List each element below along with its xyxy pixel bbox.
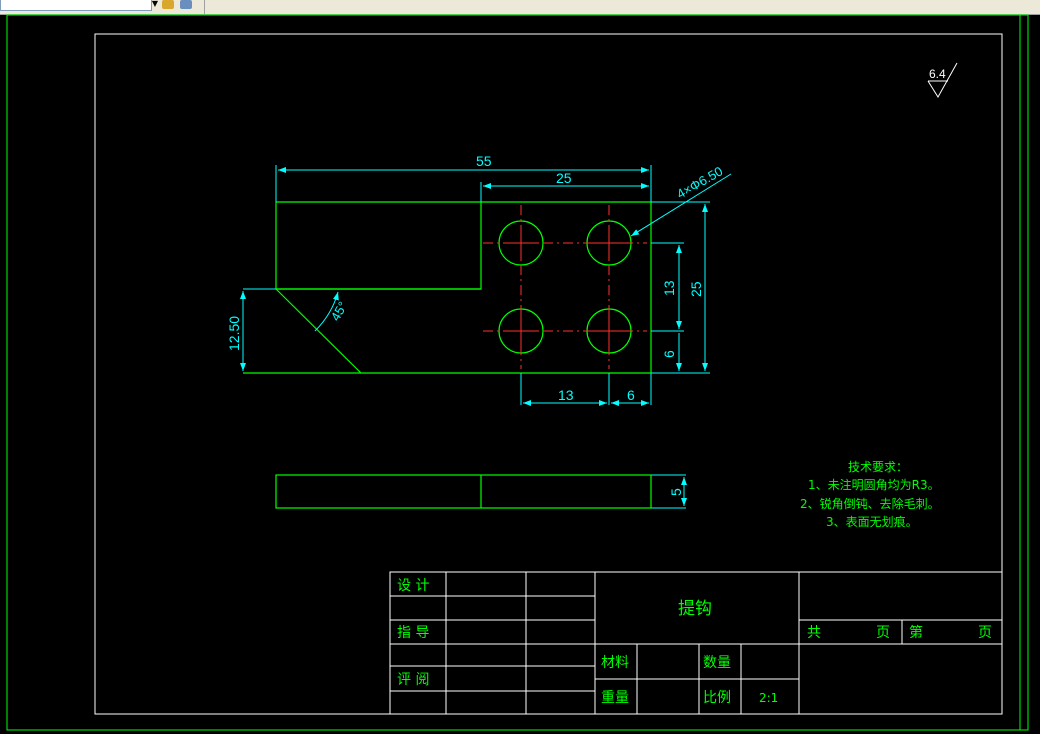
label-guide: 指 导 [397,625,429,641]
holes [498,220,632,354]
surface-finish-value: 6.4 [929,67,946,81]
dim-upper-width: 25 [556,170,572,186]
label-page: 页 [876,625,890,641]
dimension-lines [240,165,732,509]
label-weight: 重量 [601,690,629,706]
title-block [389,571,1003,715]
part-name: 提钩 [678,599,712,619]
label-page-no: 第 [909,624,923,641]
cad-drawing: 6.4 55 25 4×Φ6.50 45° 12.50 13 25 6 13 6… [6,14,1029,731]
label-scale: 比例 [703,690,731,706]
dim-right-height: 25 [688,281,704,297]
dim-thickness: 5 [668,488,684,496]
notes-line-1: 1、未注明圆角均为R3。 [808,477,940,492]
notes-line-2: 2、锐角倒钝、去除毛刺。 [800,496,940,511]
scale-value: 2:1 [759,691,778,705]
label-quantity: 数量 [703,655,731,671]
dim-left-height: 12.50 [226,316,242,351]
side-view [275,474,652,509]
center-lines [483,205,647,369]
label-review: 评 阅 [397,672,429,688]
dim-edge-v: 6 [661,350,677,358]
drawing-border [94,33,1003,715]
label-design: 设 计 [397,578,429,594]
label-material: 材料 [601,655,629,671]
label-page-2: 页 [978,625,992,641]
dim-edge-h: 6 [627,387,635,403]
dim-chamfer-angle: 45° [328,299,351,324]
label-total: 共 [807,625,821,641]
dim-hole-pitch-h: 13 [558,387,574,403]
dim-hole-pitch-v: 13 [661,280,677,296]
notes-title: 技术要求： [848,460,908,474]
dim-overall-width: 55 [476,153,492,169]
part-outline [243,201,652,374]
notes-line-3: 3、表面无划痕。 [826,514,918,529]
